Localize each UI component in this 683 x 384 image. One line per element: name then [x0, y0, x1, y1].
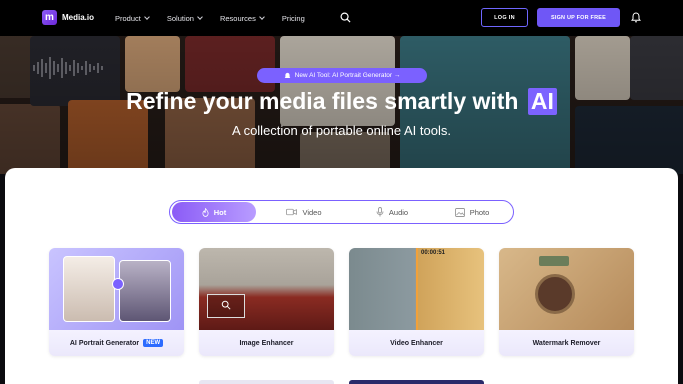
card-image: 00:00:51: [349, 248, 484, 330]
menu-item-product[interactable]: Product: [115, 14, 150, 23]
logo[interactable]: m Media.io: [42, 10, 94, 25]
image-icon: [454, 207, 465, 217]
card-image: [499, 248, 634, 330]
tool-card-video-enhancer[interactable]: 00:00:51 Video Enhancer: [349, 248, 484, 356]
chevron-down-icon: [144, 14, 150, 20]
hero-title: Refine your media files smartly with AI: [0, 88, 683, 115]
new-badge: NEW: [143, 339, 164, 347]
chevron-down-icon: [258, 14, 265, 20]
next-card-peek: [349, 380, 484, 384]
tab-hot[interactable]: Hot: [172, 202, 256, 222]
category-tabs: Hot Video Audio Photo: [169, 200, 514, 224]
hero-banner: New AI Tool: AI Portrait Generator → Ref…: [0, 36, 683, 174]
card-image: [49, 248, 184, 330]
tool-card-image-enhancer[interactable]: Image Enhancer: [199, 248, 334, 356]
video-timestamp: 00:00:51: [421, 250, 446, 256]
search-icon[interactable]: [340, 12, 351, 23]
chevron-down-icon: [197, 14, 203, 20]
sign-plate: [539, 256, 569, 266]
card-label: Watermark Remover: [499, 330, 634, 356]
sparkle-icon: [112, 278, 124, 290]
lantern: [535, 274, 575, 314]
announcement-pill[interactable]: New AI Tool: AI Portrait Generator →: [257, 68, 427, 83]
card-label: Video Enhancer: [349, 330, 484, 356]
zoom-icon: [221, 300, 231, 310]
hero-subtitle: A collection of portable online AI tools…: [232, 123, 451, 138]
bell-icon: [284, 72, 290, 78]
top-nav: m Media.io Product Solution Resources Pr…: [0, 0, 683, 36]
flame-icon: [202, 207, 209, 217]
portrait-output-photo: [119, 260, 171, 322]
tab-video[interactable]: Video: [264, 202, 344, 222]
tab-photo[interactable]: Photo: [432, 202, 512, 222]
login-button[interactable]: LOG IN: [481, 8, 528, 27]
compare-divider: [416, 248, 418, 330]
logo-text: Media.io: [62, 13, 95, 22]
logo-mark-icon: m: [42, 10, 57, 25]
card-label: AI Portrait Generator NEW: [49, 330, 184, 356]
tool-card-watermark-remover[interactable]: Watermark Remover: [499, 248, 634, 356]
menu-item-resources[interactable]: Resources: [220, 14, 265, 23]
card-label: Image Enhancer: [199, 330, 334, 356]
main-menu: Product Solution Resources Pricing: [115, 0, 323, 36]
tool-card-ai-portrait-generator[interactable]: AI Portrait Generator NEW: [49, 248, 184, 356]
portrait-input-photo: [63, 256, 115, 322]
tab-audio[interactable]: Audio: [352, 202, 432, 222]
menu-item-pricing[interactable]: Pricing: [282, 14, 305, 23]
video-icon: [286, 208, 298, 216]
signup-button[interactable]: SIGN UP FOR FREE: [537, 8, 620, 27]
menu-item-solution[interactable]: Solution: [167, 14, 203, 23]
card-image: [199, 248, 334, 330]
bell-icon[interactable]: [631, 12, 641, 23]
announcement-text: New AI Tool: AI Portrait Generator →: [294, 72, 401, 79]
next-card-peek: [199, 380, 334, 384]
mic-icon: [376, 207, 384, 217]
tools-section: Hot Video Audio Photo AI Portrait Genera…: [5, 168, 678, 384]
ai-highlight: AI: [527, 88, 557, 115]
